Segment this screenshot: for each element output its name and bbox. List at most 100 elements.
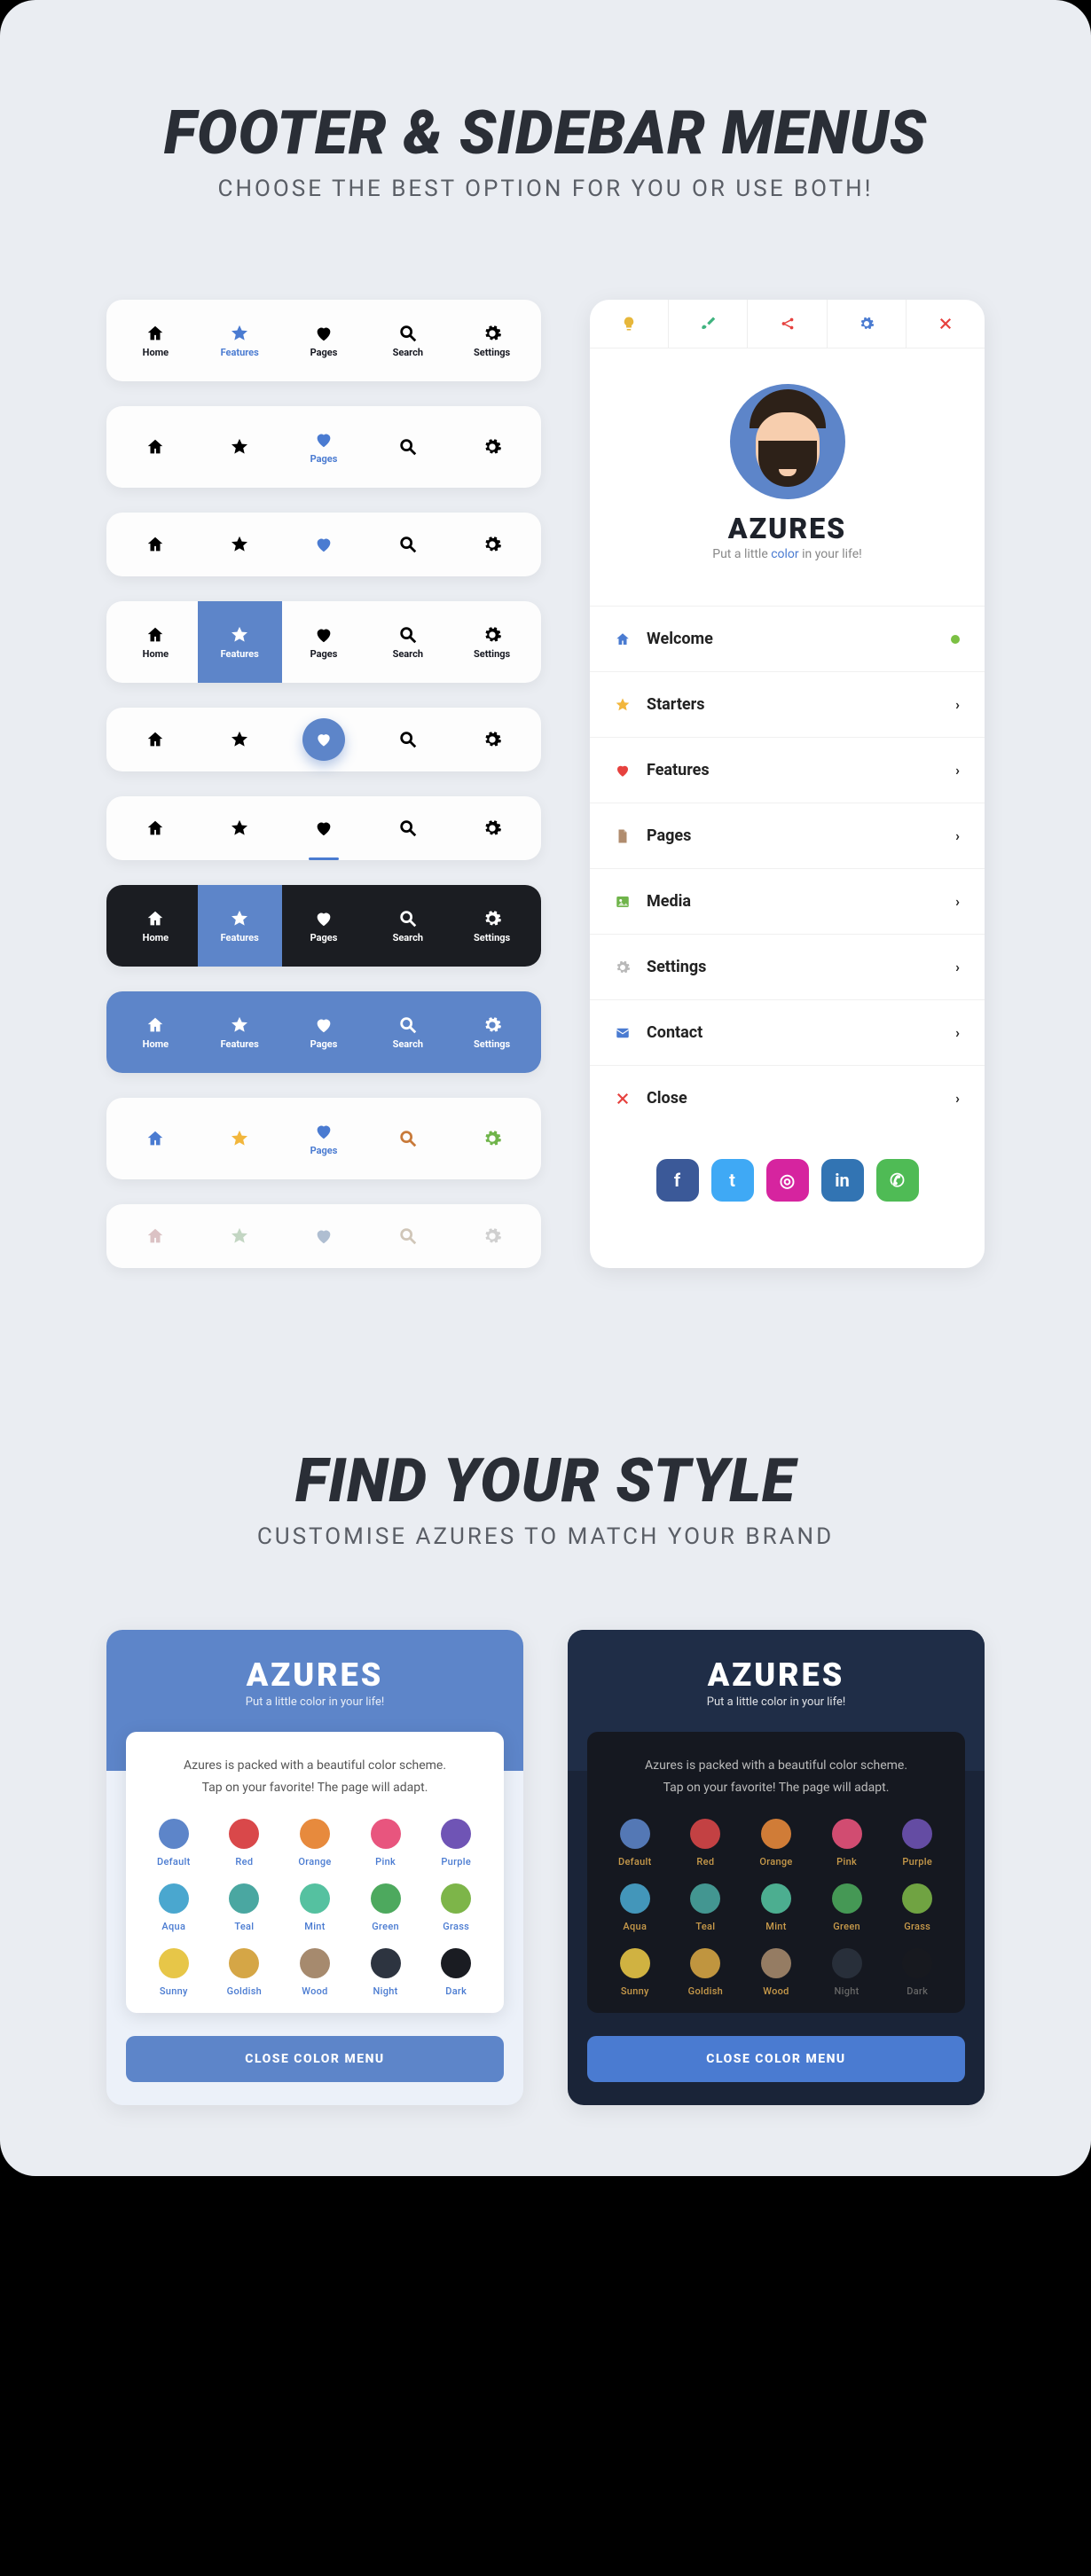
footer-item-star[interactable] xyxy=(198,796,282,860)
footer-item-home[interactable] xyxy=(114,1204,198,1268)
footer-item-home[interactable] xyxy=(114,708,198,771)
sidebar-top-bulb[interactable] xyxy=(590,300,669,348)
footer-item-star[interactable]: Features xyxy=(198,885,282,967)
swatch-goldish[interactable]: Goldish xyxy=(674,1948,738,1997)
swatch-wood[interactable]: Wood xyxy=(744,1948,808,1997)
footer-item-search[interactable] xyxy=(365,513,450,576)
swatch-sunny[interactable]: Sunny xyxy=(142,1948,206,1997)
swatch-purple[interactable]: Purple xyxy=(885,1819,949,1867)
swatch-mint[interactable]: Mint xyxy=(283,1883,347,1932)
footer-item-heart[interactable]: Pages xyxy=(282,601,366,683)
swatch-mint[interactable]: Mint xyxy=(744,1883,808,1932)
swatch-grass[interactable]: Grass xyxy=(424,1883,488,1932)
social-twitter[interactable]: t xyxy=(711,1159,754,1202)
swatch-aqua[interactable]: Aqua xyxy=(603,1883,667,1932)
sidebar-item-features[interactable]: Features› xyxy=(590,737,985,803)
footer-item-star[interactable] xyxy=(198,708,282,771)
sidebar-item-pages[interactable]: Pages› xyxy=(590,803,985,868)
footer-item-gear[interactable] xyxy=(450,1204,534,1268)
footer-item-heart[interactable]: Pages xyxy=(282,885,366,967)
swatch-night[interactable]: Night xyxy=(354,1948,418,1997)
swatch-dark[interactable]: Dark xyxy=(424,1948,488,1997)
sidebar-top-brush[interactable] xyxy=(669,300,748,348)
footer-item-heart[interactable] xyxy=(282,513,366,576)
social-instagram[interactable]: ◎ xyxy=(766,1159,809,1202)
sidebar-item-contact[interactable]: Contact› xyxy=(590,999,985,1065)
sidebar-item-welcome[interactable]: Welcome xyxy=(590,606,985,671)
swatch-dark[interactable]: Dark xyxy=(885,1948,949,1997)
sidebar-top-close[interactable] xyxy=(907,300,985,348)
swatch-red[interactable]: Red xyxy=(674,1819,738,1867)
footer-item-gear[interactable]: Settings xyxy=(450,300,534,381)
footer-item-heart[interactable] xyxy=(282,796,366,860)
footer-item-star[interactable]: Features xyxy=(198,300,282,381)
footer-item-home[interactable]: Home xyxy=(114,601,198,683)
social-whatsapp[interactable]: ✆ xyxy=(876,1159,919,1202)
footer-item-home[interactable]: Home xyxy=(114,300,198,381)
footer-item-heart[interactable]: Pages xyxy=(282,406,366,488)
swatch-orange[interactable]: Orange xyxy=(744,1819,808,1867)
footer-item-gear[interactable] xyxy=(450,1098,534,1179)
footer-item-search[interactable] xyxy=(365,1098,450,1179)
footer-item-home[interactable] xyxy=(114,796,198,860)
swatch-orange[interactable]: Orange xyxy=(283,1819,347,1867)
social-linkedin[interactable]: in xyxy=(821,1159,864,1202)
footer-item-star[interactable] xyxy=(198,1204,282,1268)
footer-item-home[interactable] xyxy=(114,513,198,576)
footer-item-search[interactable]: Search xyxy=(365,601,450,683)
footer-item-search[interactable] xyxy=(365,708,450,771)
footer-item-home[interactable]: Home xyxy=(114,885,198,967)
footer-item-heart[interactable] xyxy=(282,708,366,771)
swatch-green[interactable]: Green xyxy=(815,1883,879,1932)
swatch-goldish[interactable]: Goldish xyxy=(213,1948,277,1997)
footer-item-star[interactable] xyxy=(198,1098,282,1179)
footer-item-search[interactable] xyxy=(365,406,450,488)
sidebar-item-settings[interactable]: Settings› xyxy=(590,934,985,999)
swatch-teal[interactable]: Teal xyxy=(674,1883,738,1932)
footer-item-gear[interactable]: Settings xyxy=(450,885,534,967)
sidebar-top-gear[interactable] xyxy=(828,300,907,348)
footer-item-star[interactable]: Features xyxy=(198,601,282,683)
footer-item-heart[interactable]: Pages xyxy=(282,991,366,1073)
footer-item-star[interactable] xyxy=(198,406,282,488)
swatch-sunny[interactable]: Sunny xyxy=(603,1948,667,1997)
sidebar-item-starters[interactable]: Starters› xyxy=(590,671,985,737)
swatch-green[interactable]: Green xyxy=(354,1883,418,1932)
footer-item-star[interactable]: Features xyxy=(198,991,282,1073)
swatch-night[interactable]: Night xyxy=(815,1948,879,1997)
footer-item-heart[interactable]: Pages xyxy=(282,1098,366,1179)
footer-item-search[interactable] xyxy=(365,796,450,860)
footer-item-search[interactable] xyxy=(365,1204,450,1268)
footer-item-gear[interactable]: Settings xyxy=(450,601,534,683)
footer-item-gear[interactable] xyxy=(450,513,534,576)
footer-item-search[interactable]: Search xyxy=(365,991,450,1073)
swatch-wood[interactable]: Wood xyxy=(283,1948,347,1997)
swatch-red[interactable]: Red xyxy=(213,1819,277,1867)
footer-item-home[interactable] xyxy=(114,1098,198,1179)
footer-item-gear[interactable]: Settings xyxy=(450,991,534,1073)
footer-item-star[interactable] xyxy=(198,513,282,576)
swatch-teal[interactable]: Teal xyxy=(213,1883,277,1932)
footer-item-gear[interactable] xyxy=(450,406,534,488)
swatch-pink[interactable]: Pink xyxy=(354,1819,418,1867)
footer-item-heart[interactable]: Pages xyxy=(282,300,366,381)
swatch-aqua[interactable]: Aqua xyxy=(142,1883,206,1932)
sidebar-item-close[interactable]: Close› xyxy=(590,1065,985,1131)
swatch-purple[interactable]: Purple xyxy=(424,1819,488,1867)
social-facebook[interactable]: f xyxy=(656,1159,699,1202)
footer-item-search[interactable]: Search xyxy=(365,300,450,381)
sidebar-top-share[interactable] xyxy=(748,300,827,348)
footer-item-gear[interactable] xyxy=(450,796,534,860)
footer-item-heart[interactable] xyxy=(282,1204,366,1268)
footer-item-home[interactable] xyxy=(114,406,198,488)
swatch-default[interactable]: Default xyxy=(603,1819,667,1867)
sidebar-item-media[interactable]: Media› xyxy=(590,868,985,934)
close-color-menu-button[interactable]: CLOSE COLOR MENU xyxy=(126,2036,504,2082)
footer-item-gear[interactable] xyxy=(450,708,534,771)
close-color-menu-button[interactable]: CLOSE COLOR MENU xyxy=(587,2036,965,2082)
swatch-default[interactable]: Default xyxy=(142,1819,206,1867)
swatch-grass[interactable]: Grass xyxy=(885,1883,949,1932)
footer-item-search[interactable]: Search xyxy=(365,885,450,967)
swatch-pink[interactable]: Pink xyxy=(815,1819,879,1867)
footer-item-home[interactable]: Home xyxy=(114,991,198,1073)
